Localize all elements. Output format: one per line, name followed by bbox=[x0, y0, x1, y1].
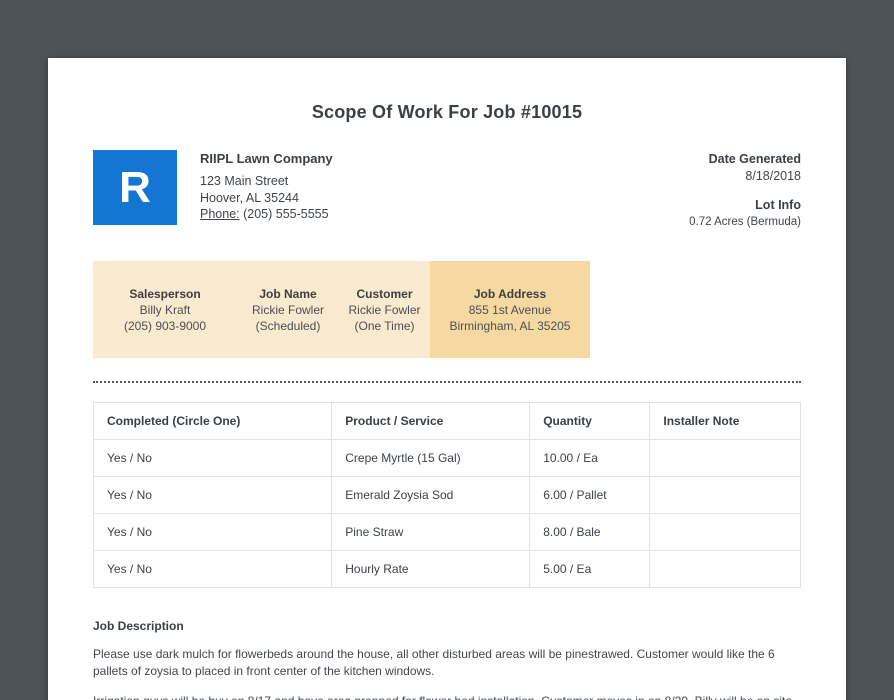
header-installer-note: Installer Note bbox=[649, 402, 801, 440]
document-meta: Date Generated 8/18/2018 Lot Info 0.72 A… bbox=[689, 150, 801, 231]
cell-installer-note bbox=[649, 439, 801, 477]
header-completed: Completed (Circle One) bbox=[92, 402, 333, 440]
job-address-label: Job Address bbox=[473, 286, 547, 301]
cell-installer-note bbox=[649, 476, 801, 514]
table-header-row: Completed (Circle One) Product / Service… bbox=[92, 402, 801, 440]
phone-label: Phone: bbox=[200, 207, 240, 221]
phone-number: (205) 555-5555 bbox=[243, 207, 329, 221]
company-phone: Phone: (205) 555-5555 bbox=[200, 206, 333, 223]
cell-product: Pine Straw bbox=[331, 513, 531, 551]
job-name-value: Rickie Fowler bbox=[251, 302, 324, 317]
job-description-heading: Job Description bbox=[93, 619, 184, 633]
customer-name: Rickie Fowler bbox=[348, 302, 421, 317]
date-generated-value: 8/18/2018 bbox=[745, 169, 801, 183]
cell-quantity: 6.00 / Pallet bbox=[529, 476, 651, 514]
table-row: Yes / No Crepe Myrtle (15 Gal) 10.00 / E… bbox=[92, 439, 801, 477]
job-name-column: Job Name Rickie Fowler (Scheduled) bbox=[237, 286, 339, 334]
document-viewer-background: Scope Of Work For Job #10015 R RIIPL Law… bbox=[0, 0, 894, 700]
scope-of-work-table: Completed (Circle One) Product / Service… bbox=[92, 402, 801, 588]
job-address-column: Job Address 855 1st Avenue Birmingham, A… bbox=[430, 261, 590, 358]
job-status: (Scheduled) bbox=[255, 318, 321, 333]
header-quantity: Quantity bbox=[529, 402, 651, 440]
cell-product: Hourly Rate bbox=[331, 550, 531, 588]
job-address-line1: 855 1st Avenue bbox=[468, 302, 552, 317]
company-address-line1: 123 Main Street bbox=[200, 174, 289, 188]
cell-quantity: 10.00 / Ea bbox=[529, 439, 651, 477]
lot-info-value: 0.72 Acres (Bermuda) bbox=[689, 216, 801, 228]
document-page: Scope Of Work For Job #10015 R RIIPL Law… bbox=[48, 58, 846, 700]
table-row: Yes / No Pine Straw 8.00 / Bale bbox=[92, 513, 801, 551]
company-logo: R bbox=[93, 150, 177, 225]
table-row: Yes / No Hourly Rate 5.00 / Ea bbox=[92, 550, 801, 588]
customer-label: Customer bbox=[356, 286, 413, 301]
cell-product: Emerald Zoysia Sod bbox=[331, 476, 531, 514]
company-name: RIIPL Lawn Company bbox=[200, 151, 333, 166]
cell-completed: Yes / No bbox=[92, 476, 333, 514]
salesperson-phone: (205) 903-9000 bbox=[123, 318, 207, 333]
salesperson-label: Salesperson bbox=[129, 286, 201, 301]
cell-quantity: 5.00 / Ea bbox=[529, 550, 651, 588]
date-generated-label: Date Generated bbox=[708, 152, 801, 166]
cell-product: Crepe Myrtle (15 Gal) bbox=[331, 439, 531, 477]
table-row: Yes / No Emerald Zoysia Sod 6.00 / Palle… bbox=[92, 476, 801, 514]
job-address-line2: Birmingham, AL 35205 bbox=[449, 318, 571, 333]
document-header: R RIIPL Lawn Company 123 Main Street Hoo… bbox=[93, 150, 801, 231]
job-name-label: Job Name bbox=[259, 286, 317, 301]
job-description-paragraph-2: Irrigation guys will be buy on 8/17 and … bbox=[93, 693, 801, 700]
header-product-service: Product / Service bbox=[331, 402, 531, 440]
cell-installer-note bbox=[649, 513, 801, 551]
salesperson-name: Billy Kraft bbox=[139, 302, 191, 317]
job-description-paragraph-1: Please use dark mulch for flowerbeds aro… bbox=[93, 647, 775, 678]
customer-column: Customer Rickie Fowler (One Time) bbox=[339, 286, 430, 334]
company-logo-letter: R bbox=[119, 162, 151, 212]
cell-completed: Yes / No bbox=[92, 439, 333, 477]
cell-completed: Yes / No bbox=[92, 513, 333, 551]
page-title: Scope Of Work For Job #10015 bbox=[311, 102, 583, 122]
dotted-divider bbox=[93, 381, 801, 383]
cell-installer-note bbox=[649, 550, 801, 588]
company-info: RIIPL Lawn Company 123 Main Street Hoove… bbox=[200, 150, 333, 223]
cell-completed: Yes / No bbox=[92, 550, 333, 588]
salesperson-column: Salesperson Billy Kraft (205) 903-9000 bbox=[93, 286, 237, 334]
cell-quantity: 8.00 / Bale bbox=[529, 513, 651, 551]
job-summary-banner: Salesperson Billy Kraft (205) 903-9000 J… bbox=[93, 261, 590, 358]
company-address-line2: Hoover, AL 35244 bbox=[200, 190, 299, 205]
lot-info-label: Lot Info bbox=[755, 198, 801, 212]
customer-type: (One Time) bbox=[354, 318, 415, 333]
